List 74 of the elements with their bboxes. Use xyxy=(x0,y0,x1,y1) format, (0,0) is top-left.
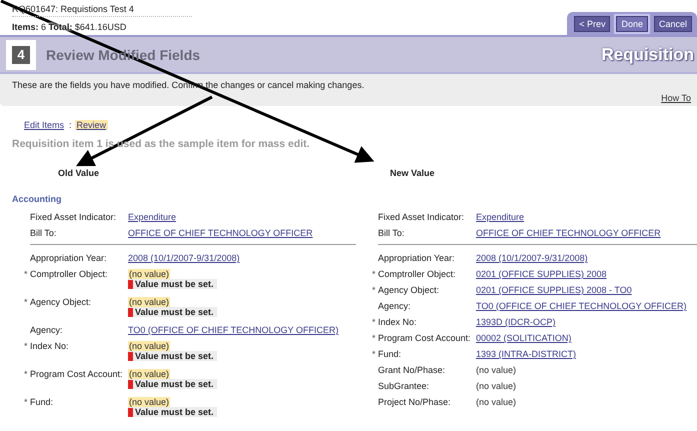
error-icon xyxy=(128,380,133,388)
field-value-link[interactable]: 00002 (SOLITICATION) xyxy=(476,333,697,343)
required-marker: * xyxy=(24,341,29,351)
field-label: Index No: xyxy=(30,341,69,351)
required-marker: * xyxy=(372,333,377,343)
field-value: (no value) xyxy=(476,381,518,391)
field-label: Agency: xyxy=(378,301,411,311)
required-marker: * xyxy=(372,285,377,295)
nav-button[interactable]: Cancel xyxy=(654,16,692,32)
breadcrumb-link[interactable]: Review xyxy=(74,120,108,130)
field-value: (no value) xyxy=(128,397,170,407)
error-message: Value must be set. xyxy=(128,379,217,389)
field-value-link[interactable]: TO0 (OFFICE OF CHIEF TECHNOLOGY OFFICER) xyxy=(476,301,697,311)
required-marker: * xyxy=(24,369,29,379)
error-message: Value must be set. xyxy=(128,407,217,417)
field-value-link[interactable]: 1393D (IDCR-OCP) xyxy=(476,317,697,327)
required-marker: * xyxy=(372,317,377,327)
field-label: Fund: xyxy=(30,397,54,407)
breadcrumb-separator: : xyxy=(69,120,72,130)
column-header: Old Value xyxy=(57,168,100,180)
field-value-link[interactable]: TO0 (OFFICE OF CHIEF TECHNOLOGY OFFICER) xyxy=(128,325,356,335)
field-value-link[interactable]: OFFICE OF CHIEF TECHNOLOGY OFFICER xyxy=(476,228,697,238)
error-message: Value must be set. xyxy=(128,279,217,289)
field-value: (no value) xyxy=(128,369,170,379)
field-value: (no value) xyxy=(476,397,518,407)
field-value: (no value) xyxy=(476,365,518,375)
nav-button[interactable]: < Prev xyxy=(574,16,610,32)
field-value-link[interactable]: 0201 (OFFICE SUPPLIES) 2008 xyxy=(476,269,697,279)
field-value-link[interactable]: 2008 (10/1/2007-9/31/2008) xyxy=(128,253,356,263)
field-label: Comptroller Object: xyxy=(30,269,108,279)
error-message: Value must be set. xyxy=(128,307,217,317)
field-label: Appropriation Year: xyxy=(30,253,107,263)
field-label: Comptroller Object: xyxy=(378,269,456,279)
field-value-link[interactable]: 0201 (OFFICE SUPPLIES) 2008 - TO0 xyxy=(476,285,697,295)
nav-button[interactable]: Done xyxy=(616,16,648,32)
how-to-link[interactable]: How To xyxy=(661,93,691,103)
field-value-link[interactable]: Expenditure xyxy=(128,212,356,222)
field-value-link[interactable]: 1393 (INTRA-DISTRICT) xyxy=(476,349,697,359)
field-label: Program Cost Account: xyxy=(378,333,471,343)
field-value: (no value) xyxy=(128,341,170,351)
field-label: Program Cost Account: xyxy=(30,369,123,379)
field-label: Agency Object: xyxy=(378,285,440,295)
error-icon xyxy=(128,308,133,316)
field-label: Grant No/Phase: xyxy=(378,365,446,375)
field-label: Index No: xyxy=(378,317,417,327)
field-value: (no value) xyxy=(128,297,170,307)
field-label: Appropriation Year: xyxy=(378,253,455,263)
field-label: SubGrantee: xyxy=(378,381,430,391)
field-value: (no value) xyxy=(128,269,170,279)
breadcrumb-link[interactable]: Edit Items xyxy=(22,120,66,130)
required-marker: * xyxy=(372,269,377,279)
field-value-link[interactable]: 2008 (10/1/2007-9/31/2008) xyxy=(476,253,697,263)
field-label: Bill To: xyxy=(378,228,404,238)
field-label: Agency Object: xyxy=(30,297,92,307)
error-message: Value must be set. xyxy=(128,351,217,361)
field-label: Fixed Asset Indicator: xyxy=(30,212,116,222)
error-icon xyxy=(128,352,133,360)
field-label: Fund: xyxy=(378,349,402,359)
error-icon xyxy=(128,408,133,416)
section-title: Requisition xyxy=(601,44,695,64)
field-label: Bill To: xyxy=(30,228,56,238)
required-marker: * xyxy=(24,397,29,407)
field-label: Agency: xyxy=(30,325,63,335)
field-value-link[interactable]: Expenditure xyxy=(476,212,697,222)
required-marker: * xyxy=(24,297,29,307)
step-number: 4 xyxy=(12,46,30,64)
field-value-link[interactable]: OFFICE OF CHIEF TECHNOLOGY OFFICER xyxy=(128,228,356,238)
required-marker: * xyxy=(372,349,377,359)
required-marker: * xyxy=(24,269,29,279)
error-icon xyxy=(128,280,133,288)
field-label: Project No/Phase: xyxy=(378,397,451,407)
column-header: New Value xyxy=(389,168,436,180)
field-label: Fixed Asset Indicator: xyxy=(378,212,464,222)
section-heading: Accounting xyxy=(11,194,62,206)
